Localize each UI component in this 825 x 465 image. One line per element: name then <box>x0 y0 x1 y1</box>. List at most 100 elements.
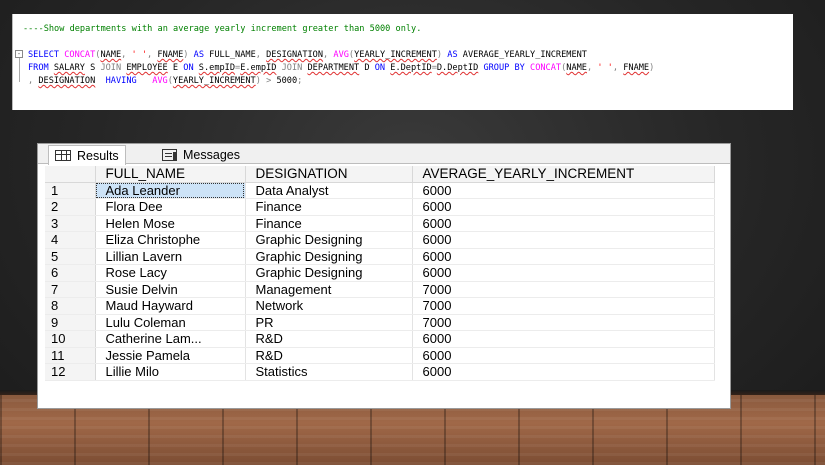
table-row[interactable]: 11 Jessie Pamela R&D 6000 <box>45 347 715 364</box>
full-name-cell[interactable]: Eliza Christophe <box>95 231 246 249</box>
sql-token: CONCAT <box>530 63 562 73</box>
row-number-header <box>45 166 96 183</box>
results-pane: Results Messages FULL_NAME DESIGNATION A… <box>37 143 731 409</box>
designation-cell[interactable]: Graphic Designing <box>245 264 413 282</box>
full-name-cell[interactable]: Lillian Lavern <box>95 248 246 265</box>
designation-cell[interactable]: Graphic Designing <box>245 231 413 249</box>
sql-line-2: FROM SALARY S JOIN EMPLOYEE E ON S.empID… <box>28 63 654 73</box>
full-name-cell[interactable]: Rose Lacy <box>95 264 246 282</box>
full-name-cell[interactable]: Maud Hayward <box>95 297 246 315</box>
sql-token: AVERAGE_YEARLY_INCREMENT <box>462 50 587 60</box>
designation-cell[interactable]: Network <box>245 297 413 315</box>
designation-cell[interactable]: Finance <box>245 215 413 232</box>
row-number-cell[interactable]: 4 <box>45 231 96 249</box>
sql-token: 5000 <box>276 76 298 86</box>
designation-cell[interactable]: Data Analyst <box>245 182 413 199</box>
row-number-cell[interactable]: 3 <box>45 215 96 232</box>
full-name-cell[interactable]: Flora Dee <box>95 198 246 216</box>
row-number-cell[interactable]: 2 <box>45 198 96 216</box>
row-number-cell[interactable]: 5 <box>45 248 96 265</box>
table-row[interactable]: 10 Catherine Lam... R&D 6000 <box>45 330 715 348</box>
sql-token: FNAME <box>623 63 650 73</box>
average-yearly-increment-cell[interactable]: 7000 <box>412 314 715 331</box>
full-name-cell[interactable]: Catherine Lam... <box>95 330 246 348</box>
average-yearly-increment-cell[interactable]: 6000 <box>412 264 715 282</box>
outline-line <box>19 58 20 82</box>
designation-cell[interactable]: Finance <box>245 198 413 216</box>
results-tabs: Results Messages <box>38 144 730 165</box>
row-number-cell[interactable]: 12 <box>45 363 96 381</box>
sql-token: AVG <box>333 50 349 60</box>
sql-token: FROM <box>28 63 54 73</box>
row-number-cell[interactable]: 7 <box>45 281 96 298</box>
table-row[interactable]: 9 Lulu Coleman PR 7000 <box>45 314 715 331</box>
sql-line-3: , DESIGNATION HAVING AVG(YEARLY_INCREMEN… <box>28 76 302 86</box>
full-name-cell[interactable]: Lillie Milo <box>95 363 246 381</box>
sql-token: , <box>121 50 132 60</box>
sql-token: , <box>612 63 624 73</box>
full-name-cell[interactable]: Helen Mose <box>95 215 246 232</box>
sql-token: HAVING <box>95 76 153 86</box>
table-row[interactable]: 12 Lillie Milo Statistics 6000 <box>45 363 715 381</box>
sql-token: ) <box>183 50 194 60</box>
sql-token: ) <box>436 50 448 60</box>
row-number-cell[interactable]: 11 <box>45 347 96 364</box>
sql-token: , <box>323 50 334 60</box>
designation-cell[interactable]: Statistics <box>245 363 413 381</box>
average-yearly-increment-cell[interactable]: 7000 <box>412 297 715 315</box>
table-row[interactable]: 6 Rose Lacy Graphic Designing 6000 <box>45 264 715 282</box>
column-header-average-yearly-increment[interactable]: AVERAGE_YEARLY_INCREMENT <box>412 166 715 183</box>
full-name-cell[interactable]: Ada Leander <box>95 182 246 199</box>
average-yearly-increment-cell[interactable]: 6000 <box>412 330 715 348</box>
full-name-cell[interactable]: Susie Delvin <box>95 281 246 298</box>
sql-token: D.DeptID <box>436 63 479 73</box>
sql-token: YEARLY_INCREMENT <box>354 50 437 60</box>
average-yearly-increment-cell[interactable]: 6000 <box>412 347 715 364</box>
row-number-cell[interactable]: 9 <box>45 314 96 331</box>
table-row[interactable]: 8 Maud Hayward Network 7000 <box>45 297 715 315</box>
average-yearly-increment-cell[interactable]: 6000 <box>412 198 715 216</box>
designation-cell[interactable]: R&D <box>245 330 413 348</box>
column-header-full-name[interactable]: FULL_NAME <box>95 166 246 183</box>
sql-token: DEPARTMENT <box>307 63 360 73</box>
sql-editor[interactable]: ----Show departments with an average yea… <box>12 14 793 110</box>
designation-cell[interactable]: R&D <box>245 347 413 364</box>
average-yearly-increment-cell[interactable]: 7000 <box>412 281 715 298</box>
column-header-designation[interactable]: DESIGNATION <box>245 166 413 183</box>
tab-messages-label: Messages <box>183 148 240 162</box>
table-row[interactable]: 4 Eliza Christophe Graphic Designing 6000 <box>45 231 715 249</box>
results-grid[interactable]: FULL_NAME DESIGNATION AVERAGE_YEARLY_INC… <box>45 166 715 381</box>
sql-token: ' ' <box>597 63 613 73</box>
messages-icon <box>162 149 177 161</box>
sql-token: SALARY <box>53 63 85 73</box>
designation-cell[interactable]: PR <box>245 314 413 331</box>
row-number-cell[interactable]: 10 <box>45 330 96 348</box>
designation-cell[interactable]: Management <box>245 281 413 298</box>
sql-token: GROUP BY <box>478 63 531 73</box>
sql-token: > <box>266 76 277 86</box>
row-number-cell[interactable]: 1 <box>45 182 96 199</box>
sql-token: JOIN <box>100 63 127 73</box>
table-row[interactable]: 2 Flora Dee Finance 6000 <box>45 198 715 216</box>
row-number-cell[interactable]: 8 <box>45 297 96 315</box>
collapse-toggle-icon[interactable]: - <box>15 50 23 58</box>
average-yearly-increment-cell[interactable]: 6000 <box>412 231 715 249</box>
full-name-cell[interactable]: Jessie Pamela <box>95 347 246 364</box>
sql-token: AVG <box>152 76 168 86</box>
average-yearly-increment-cell[interactable]: 6000 <box>412 182 715 199</box>
sql-token: ) <box>649 63 655 73</box>
table-row[interactable]: 7 Susie Delvin Management 7000 <box>45 281 715 298</box>
average-yearly-increment-cell[interactable]: 6000 <box>412 363 715 381</box>
sql-token: FNAME <box>157 50 184 60</box>
average-yearly-increment-cell[interactable]: 6000 <box>412 248 715 265</box>
tab-results[interactable]: Results <box>48 145 126 165</box>
table-row[interactable]: 1 Ada Leander Data Analyst 6000 <box>45 182 715 199</box>
sql-token: EMPLOYEE <box>126 63 168 73</box>
row-number-cell[interactable]: 6 <box>45 264 96 282</box>
average-yearly-increment-cell[interactable]: 6000 <box>412 215 715 232</box>
designation-cell[interactable]: Graphic Designing <box>245 248 413 265</box>
table-row[interactable]: 3 Helen Mose Finance 6000 <box>45 215 715 232</box>
table-row[interactable]: 5 Lillian Lavern Graphic Designing 6000 <box>45 248 715 265</box>
tab-messages[interactable]: Messages <box>156 145 246 165</box>
full-name-cell[interactable]: Lulu Coleman <box>95 314 246 331</box>
